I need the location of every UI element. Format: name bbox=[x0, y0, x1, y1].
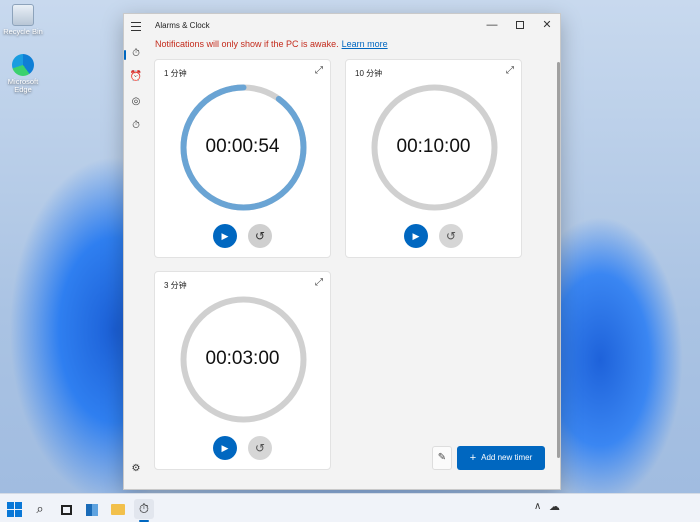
search-icon: ⌕ bbox=[36, 501, 44, 516]
expand-icon[interactable]: ⤢ bbox=[506, 65, 514, 76]
stopwatch-icon: ⏱ bbox=[132, 120, 140, 131]
alarm-icon: ⏰ bbox=[129, 71, 143, 82]
timer-name: 3 分钟 bbox=[164, 281, 187, 290]
nav-settings[interactable]: ⚙ bbox=[127, 461, 145, 477]
timer-name: 10 分钟 bbox=[355, 69, 383, 78]
taskbar: ⌕ ⏱ ∧ ☁ bbox=[0, 493, 700, 522]
play-icon: ▶ bbox=[412, 231, 420, 241]
reset-icon: ↺ bbox=[254, 441, 266, 455]
reset-icon: ↺ bbox=[445, 229, 457, 243]
nav-timer[interactable]: ⏱ bbox=[127, 46, 145, 62]
reset-button: ↺ bbox=[439, 224, 463, 248]
minimize-button[interactable]: — bbox=[478, 17, 506, 33]
maximize-button[interactable] bbox=[506, 17, 534, 33]
recycle-bin-icon bbox=[12, 4, 34, 26]
maximize-icon bbox=[516, 21, 524, 30]
play-button[interactable]: ▶ bbox=[213, 224, 237, 248]
expand-icon[interactable]: ⤢ bbox=[315, 277, 323, 288]
desktop-icon-recycle-bin[interactable]: Recycle Bin bbox=[1, 4, 45, 36]
file-explorer-button[interactable] bbox=[108, 499, 128, 519]
cloud-icon[interactable]: ☁ bbox=[549, 500, 560, 513]
title-bar[interactable]: Alarms & Clock — ✕ bbox=[124, 14, 560, 36]
tray-overflow-chevron-icon[interactable]: ∧ bbox=[534, 501, 541, 512]
plus-icon: + bbox=[469, 452, 477, 464]
timer-name: 1 分钟 bbox=[164, 69, 187, 78]
timer-card[interactable]: 3 分钟 ⤢ 00:03:00 ▶ ↺ bbox=[154, 271, 331, 470]
nav-world-clock[interactable]: ◎ bbox=[127, 94, 145, 110]
edge-label: Microsoft Edge bbox=[7, 77, 39, 94]
taskbar-alarms-clock-button[interactable]: ⏱ bbox=[134, 499, 154, 519]
play-button[interactable]: ▶ bbox=[213, 436, 237, 460]
notification-text: Notifications will only show if the PC i… bbox=[155, 39, 339, 49]
hamburger-icon bbox=[131, 22, 141, 23]
widgets-button[interactable] bbox=[82, 499, 102, 519]
timer-time: 00:10:00 bbox=[396, 136, 471, 157]
widgets-icon bbox=[86, 503, 98, 516]
sidebar: ⏱ ⏰ ◎ ⏱ ⚙ bbox=[124, 14, 148, 489]
play-icon: ▶ bbox=[221, 443, 229, 453]
close-button[interactable]: ✕ bbox=[533, 17, 561, 33]
add-new-timer-button[interactable]: + Add new timer bbox=[457, 446, 545, 470]
windows-logo-icon bbox=[4, 499, 24, 517]
edit-timers-button[interactable]: ✎ bbox=[432, 446, 452, 470]
scrollbar[interactable] bbox=[557, 62, 560, 458]
world-clock-icon: ◎ bbox=[131, 96, 141, 107]
recycle-bin-label: Recycle Bin bbox=[3, 27, 43, 36]
timer-time: 00:00:54 bbox=[205, 136, 280, 157]
notification-warning: Notifications will only show if the PC i… bbox=[155, 39, 388, 49]
edge-icon bbox=[12, 54, 34, 76]
taskbar-search-button[interactable]: ⌕ bbox=[30, 499, 50, 519]
pencil-icon: ✎ bbox=[437, 452, 447, 463]
start-button[interactable] bbox=[4, 499, 24, 519]
play-icon: ▶ bbox=[221, 231, 229, 241]
timer-icon: ⏱ bbox=[132, 48, 140, 59]
expand-icon[interactable]: ⤢ bbox=[315, 65, 323, 76]
task-view-icon bbox=[60, 504, 72, 515]
learn-more-link[interactable]: Learn more bbox=[342, 39, 388, 49]
desktop-icon-edge[interactable]: Microsoft Edge bbox=[1, 54, 45, 94]
timer-card[interactable]: 10 分钟 ⤢ 00:10:00 ▶ ↺ bbox=[345, 59, 522, 258]
alarms-clock-window: Alarms & Clock — ✕ ⏱ ⏰ ◎ ⏱ ⚙ Notificatio… bbox=[123, 13, 561, 490]
menu-button[interactable] bbox=[127, 19, 145, 35]
timer-time: 00:03:00 bbox=[205, 348, 280, 369]
add-timer-label: Add new timer bbox=[481, 453, 533, 462]
gear-icon: ⚙ bbox=[131, 463, 141, 474]
folder-icon bbox=[111, 504, 125, 516]
play-button[interactable]: ▶ bbox=[404, 224, 428, 248]
reset-button[interactable]: ↺ bbox=[248, 224, 272, 248]
clock-app-icon: ⏱ bbox=[138, 501, 150, 516]
timer-card[interactable]: 1 分钟 ⤢ 00:00:54 ▶ ↺ bbox=[154, 59, 331, 258]
reset-button: ↺ bbox=[248, 436, 272, 460]
reset-icon: ↺ bbox=[254, 229, 266, 243]
active-nav-indicator bbox=[124, 50, 126, 60]
nav-alarm[interactable]: ⏰ bbox=[127, 69, 145, 85]
task-view-button[interactable] bbox=[56, 499, 76, 519]
window-title: Alarms & Clock bbox=[155, 21, 210, 30]
nav-stopwatch[interactable]: ⏱ bbox=[127, 118, 145, 134]
